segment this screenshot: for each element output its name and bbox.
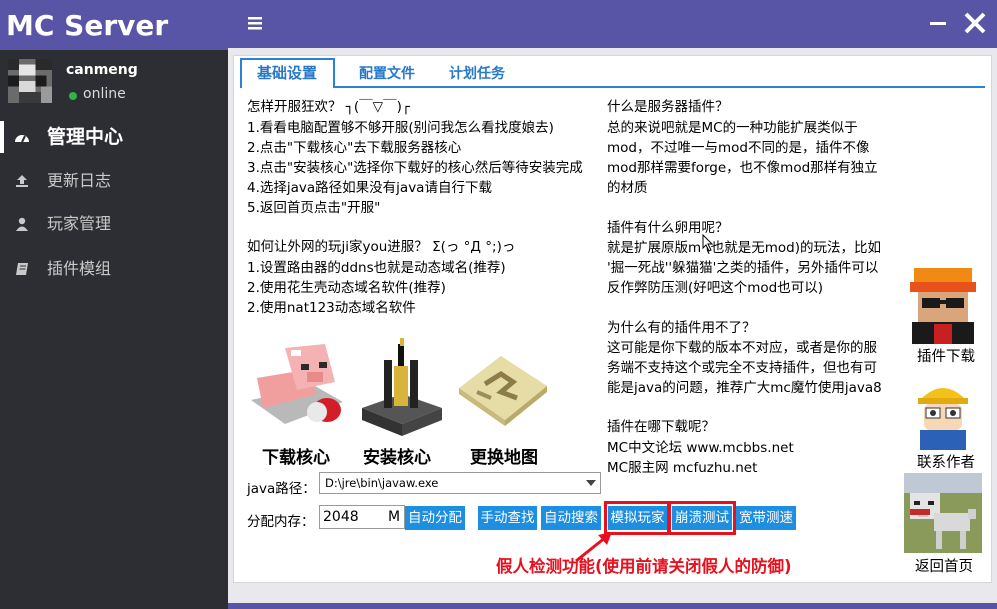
faq-answer: MC服主网 mcfuzhu.net <box>607 460 758 476</box>
nav-players-label: 玩家管理 <box>47 214 112 233</box>
faq-question: 插件在哪下载呢？ <box>607 419 715 435</box>
guide-step: 3.点击"安装核心"选择你下载好的核心然后等待安装完成 <box>247 160 583 176</box>
wolf-home-icon[interactable] <box>904 473 982 553</box>
guide-question-2: 如何让外网的玩ji家you进服？ Σ(っ °Д °;)っ <box>247 239 516 255</box>
nav-dashboard[interactable]: 管理中心 <box>0 117 228 157</box>
faq-answer: 总的来说吧就是MC的一种功能扩展类似于 <box>607 120 858 136</box>
bottom-bar <box>228 603 997 609</box>
faq-answer: 反作弊防压测(好吧这个mod也可以) <box>607 280 824 296</box>
java-path-select[interactable]: D:\jre\bin\javaw.exe <box>319 472 601 494</box>
guide-step: 2.点击"下载核心"去下载服务器核心 <box>247 140 462 156</box>
java-path-value: D:\jre\bin\javaw.exe <box>325 476 439 490</box>
app-title: MC Server <box>0 0 228 50</box>
book-icon <box>14 249 30 289</box>
bandwidth-test-button[interactable]: 宽带测速 <box>736 506 796 530</box>
highlight-box <box>668 501 736 535</box>
mouse-cursor-icon <box>702 234 714 252</box>
guide-step: 1.看看电脑配置够不够开服(别问我怎么看找度娘去) <box>247 120 554 136</box>
tab-underline <box>240 86 985 88</box>
faq-answer: 务端不支持这个或完全不支持插件，但也有可 <box>607 360 877 376</box>
download-core-label[interactable]: 下载核心 <box>262 443 330 468</box>
plugin-download-label[interactable]: 插件下载 <box>906 345 986 366</box>
back-home-label[interactable]: 返回首页 <box>904 555 984 576</box>
nav-dashboard-label: 管理中心 <box>47 126 124 148</box>
faq-answer: MC中文论坛 www.mcbbs.net <box>607 440 794 456</box>
auto-search-button[interactable]: 自动搜索 <box>541 506 601 530</box>
tab-scheduled-tasks[interactable]: 计划任务 <box>449 63 505 83</box>
anvil-install-icon[interactable] <box>360 336 444 438</box>
memory-unit: M <box>388 509 401 525</box>
guide-question-1: 怎样开服狂欢？ ┐(￣▽￣)┌ <box>247 99 410 115</box>
faq-question: 什么是服务器插件？ <box>607 99 729 115</box>
guide-tip: 1.设置路由器的ddns也就是动态域名(推荐) <box>247 260 506 276</box>
guide-step: 4.选择java路径如果没有java请自行下载 <box>247 180 492 196</box>
faq-answer: 这可能是你下载的版本不对应，或者是你的服 <box>607 340 877 356</box>
annotation-text: 假人检测功能(使用前请关闭假人的防御) <box>496 557 792 576</box>
guide-tip: 2.使用花生壳动态域名软件(推荐) <box>247 280 446 296</box>
user-avatar <box>8 59 52 103</box>
faq-answer: mod那样需要forge，也不像mod那样有独立 <box>607 160 878 176</box>
user-status: online <box>83 86 126 102</box>
auto-allocate-button[interactable]: 自动分配 <box>405 506 465 530</box>
contact-author-label[interactable]: 联系作者 <box>906 451 986 472</box>
top-bar <box>228 0 997 48</box>
user-name: canmeng <box>66 62 138 78</box>
faq-answer: mod，不过唯一与mod不同的是，插件不像 <box>607 140 870 156</box>
tab-basic-settings[interactable]: 基础设置 <box>257 62 317 83</box>
gauge-icon <box>14 117 30 157</box>
nav-changelog[interactable]: 更新日志 <box>0 161 228 201</box>
guide-tip: 2.使用nat123动态域名软件 <box>247 300 416 316</box>
java-path-label: java路径： <box>247 481 316 497</box>
faq-answer: 就是扩展原版m (也就是无mod)的玩法，比如 <box>607 240 881 256</box>
contact-author-icon[interactable] <box>904 370 982 450</box>
menu-icon[interactable] <box>240 12 262 34</box>
nav-players[interactable]: 玩家管理 <box>0 204 228 244</box>
faq-question: 为什么有的插件用不了？ <box>607 320 756 336</box>
plugin-download-icon[interactable] <box>904 264 982 344</box>
guide-step: 5.返回首页点击"开服" <box>247 200 381 216</box>
online-status-icon <box>69 92 77 100</box>
nav-plugins[interactable]: 插件模组 <box>0 249 228 289</box>
user-icon <box>14 204 30 244</box>
manual-find-button[interactable]: 手动查找 <box>478 506 537 530</box>
faq-answer: '掘一死战''躲猫猫'之类的插件，另外插件可以 <box>607 260 879 276</box>
nav-plugins-label: 插件模组 <box>47 259 112 278</box>
pig-icon[interactable] <box>245 338 349 438</box>
nav-changelog-label: 更新日志 <box>47 171 112 190</box>
install-core-label[interactable]: 安装核心 <box>363 443 431 468</box>
map-icon[interactable] <box>455 348 550 428</box>
upload-icon <box>14 161 30 201</box>
chevron-down-icon <box>586 480 596 486</box>
tab-config-file[interactable]: 配置文件 <box>359 63 415 83</box>
change-map-label[interactable]: 更换地图 <box>470 443 538 468</box>
faq-answer: 的材质 <box>607 180 648 196</box>
memory-label: 分配内存： <box>247 514 315 530</box>
minimize-icon[interactable] <box>930 22 946 25</box>
close-icon[interactable] <box>962 10 988 36</box>
faq-answer: 能是java的问题，推荐广大mc魔竹使用java8 <box>607 380 882 396</box>
